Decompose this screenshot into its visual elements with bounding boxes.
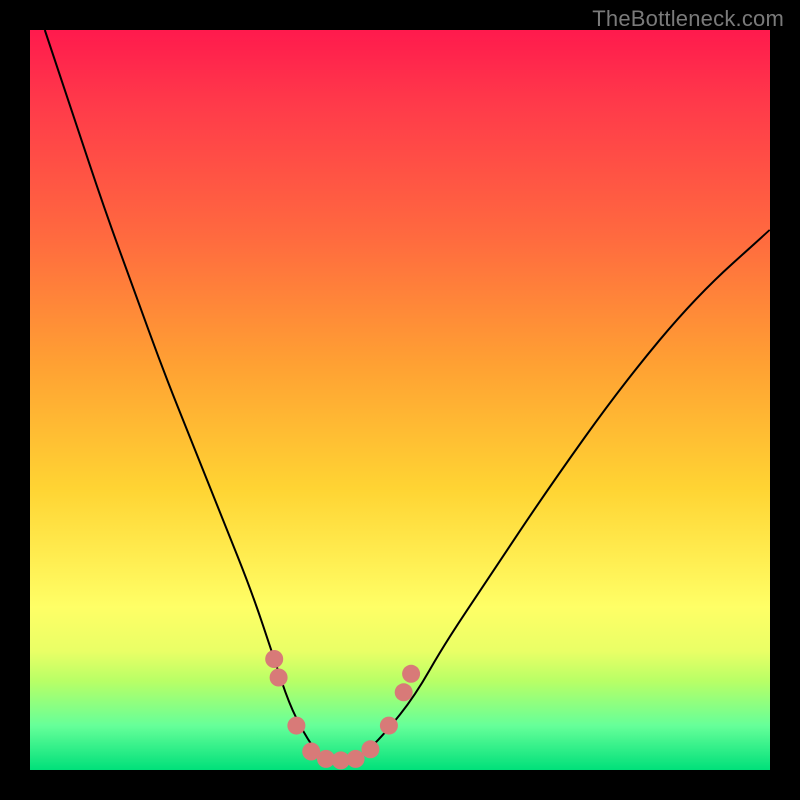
- watermark-text: TheBottleneck.com: [592, 6, 784, 32]
- curve-marker: [287, 717, 305, 735]
- curve-marker: [380, 717, 398, 735]
- curve-marker: [265, 650, 283, 668]
- chart-frame: TheBottleneck.com: [0, 0, 800, 800]
- bottleneck-chart-svg: [30, 30, 770, 770]
- curve-markers-group: [265, 650, 420, 769]
- plot-area: [30, 30, 770, 770]
- curve-marker: [361, 740, 379, 758]
- bottleneck-curve-path: [45, 30, 770, 763]
- curve-marker: [270, 669, 288, 687]
- curve-marker: [402, 665, 420, 683]
- curve-marker: [395, 683, 413, 701]
- curve-marker: [347, 750, 365, 768]
